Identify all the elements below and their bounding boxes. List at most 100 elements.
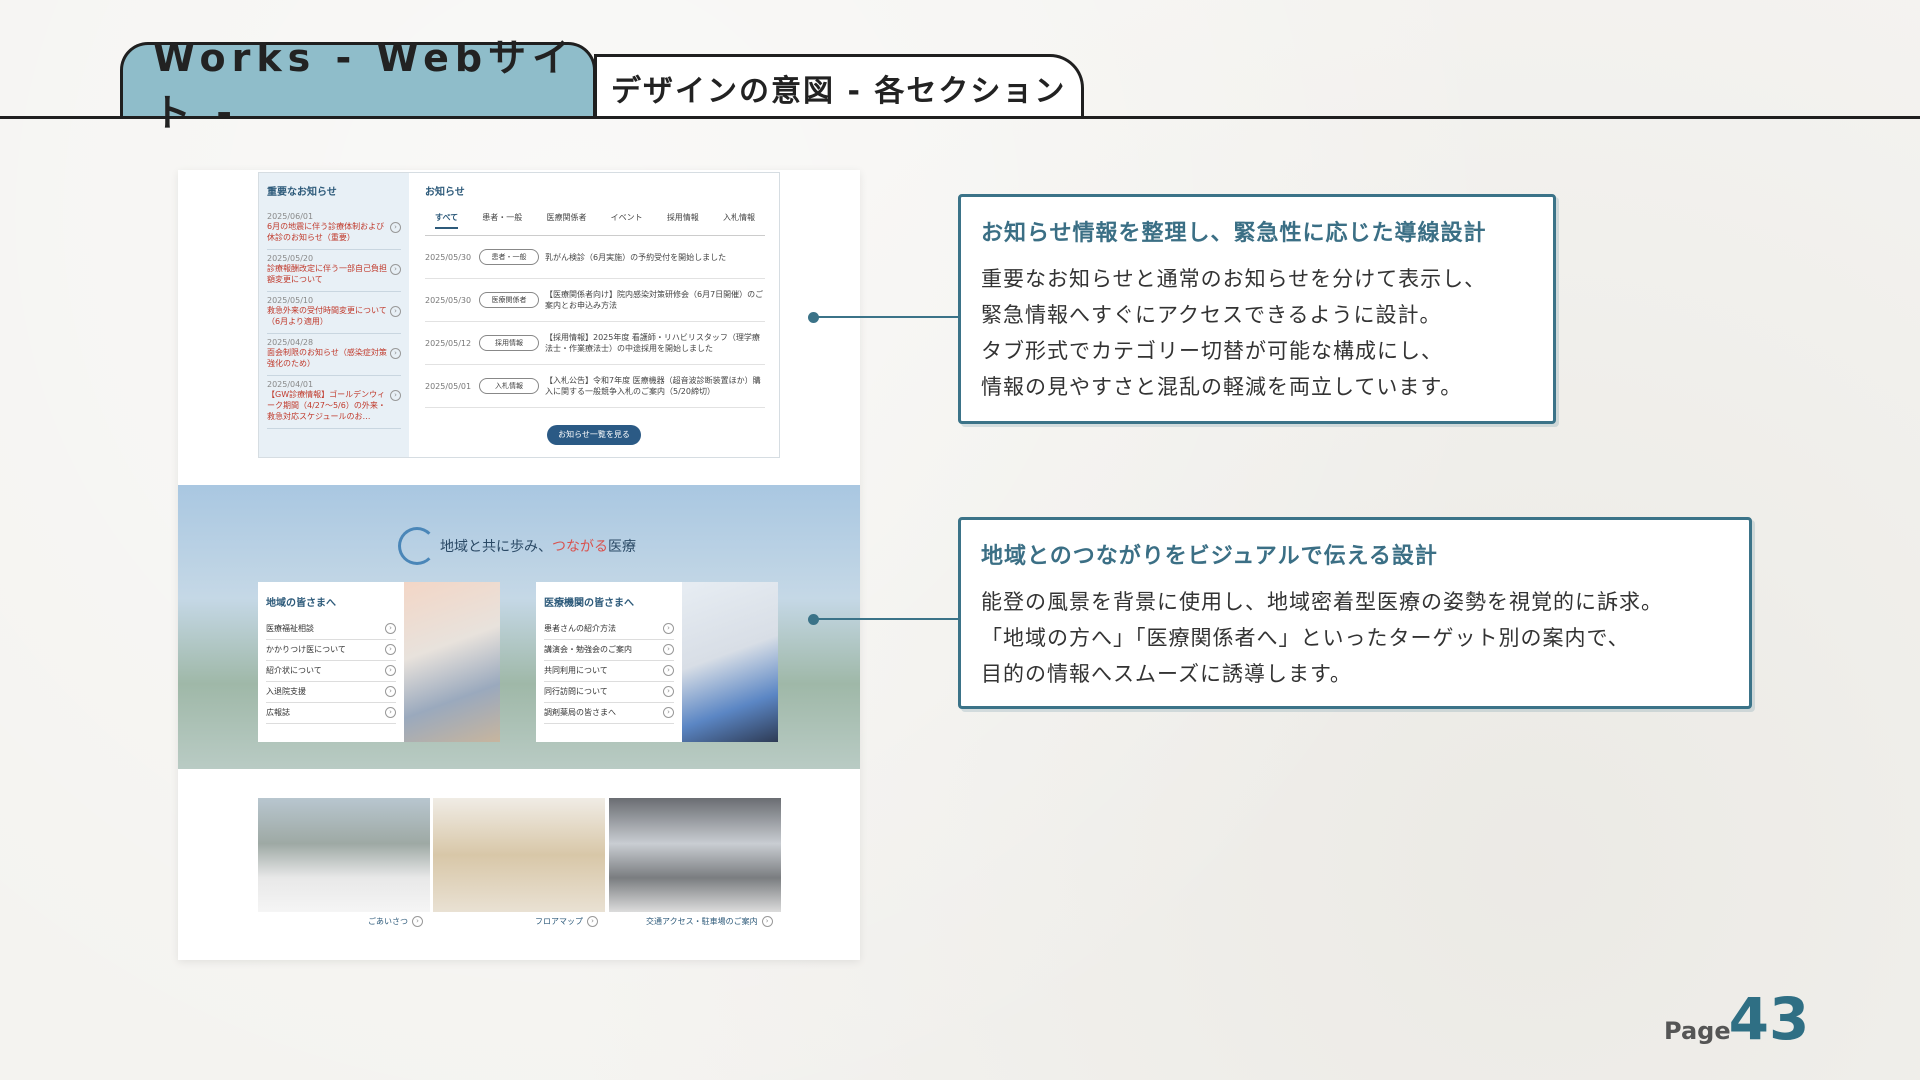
greeting-photo[interactable] [258, 798, 430, 912]
item-date: 2025/05/10 [267, 296, 314, 305]
link-label: 共同利用について [544, 666, 608, 675]
item-date: 2025/04/28 [267, 338, 314, 347]
news-row[interactable]: 2025/05/30 医療関係者 【医療関係者向け】院内感染対策研修会（6月7日開催… [425, 279, 765, 322]
community-link[interactable]: 入退院支援 › [266, 682, 396, 703]
link-label: 調剤薬局の皆さまへ [544, 708, 616, 717]
arrow-circle-icon: › [390, 348, 401, 359]
news-main: お知らせ すべて 患者・一般 医療関係者 イベント 採用情報 入札情報 2025… [411, 173, 779, 457]
staff-photo [682, 582, 778, 742]
arrow-circle-icon: › [385, 623, 396, 634]
row-tag: 患者・一般 [479, 249, 539, 265]
arrow-circle-icon: › [663, 707, 674, 718]
news-row[interactable]: 2025/05/01 入札情報 【入札公告】令和7年度 医療機器（超音波診断装置ほか… [425, 365, 765, 408]
important-notices: 重要なお知らせ 2025/06/01 6月の地震に伴う診療体制および休診のお知らせ… [259, 173, 409, 457]
news-title: お知らせ [425, 187, 465, 198]
callout-line: タブ形式でカテゴリー切替が可能な構成にし、 [981, 339, 1443, 363]
floor-map-link[interactable]: フロアマップ › [535, 916, 598, 927]
important-item[interactable]: 2025/04/28 面会制限のお知らせ（感染症対策強化のため） › [267, 334, 401, 376]
link-label: フロアマップ [535, 917, 583, 926]
news-panel: 重要なお知らせ 2025/06/01 6月の地震に伴う診療体制および休診のお知らせ… [258, 172, 780, 458]
floor-map-photo[interactable] [433, 798, 605, 912]
arrow-circle-icon: › [663, 623, 674, 634]
arrow-circle-icon: › [761, 916, 773, 927]
important-item[interactable]: 2025/06/01 6月の地震に伴う診療体制および休診のお知らせ（重要） › [267, 208, 401, 250]
link-label: ごあいさつ [368, 917, 408, 926]
section-tab-works-label: Works - Webサイト - [153, 35, 577, 135]
callout-visual-design: 地域とのつながりをビジュアルで伝える設計 能登の風景を背景に使用し、地域密着型医… [958, 517, 1752, 709]
tab-medical[interactable]: 医療関係者 [546, 212, 586, 229]
page-label: Page [1664, 1017, 1731, 1045]
arrow-circle-icon: › [385, 665, 396, 676]
callout-line: 目的の情報へスムーズに誘導します。 [981, 662, 1352, 686]
elderly-people-photo [404, 582, 500, 742]
tab-recruit[interactable]: 採用情報 [667, 212, 699, 229]
item-text: 救急外来の受付時間変更について（6月より適用） [267, 306, 387, 326]
row-text: 【医療関係者向け】院内感染対策研修会（6月7日開催）のご案内とお申込み方法 [545, 290, 764, 310]
item-text: 6月の地震に伴う診療体制および休診のお知らせ（重要） [267, 222, 385, 242]
page-number: Page 43 [1664, 990, 1809, 1048]
arrow-circle-icon: › [663, 644, 674, 655]
link-label: かかりつけ医について [266, 645, 346, 654]
community-link[interactable]: 医療福祉相談 › [266, 619, 396, 640]
callout-line: 能登の風景を背景に使用し、地域密着型医療の姿勢を視覚的に訴求。 [981, 590, 1663, 614]
connector-line [814, 618, 960, 620]
row-text: 【入札公告】令和7年度 医療機器（超音波診断装置ほか）購入に関する一般競争入札の… [545, 376, 761, 396]
medical-link[interactable]: 講演会・勉強会のご案内 › [544, 640, 674, 661]
important-item[interactable]: 2025/05/20 診療報酬改定に伴う一部自己負担額変更について › [267, 250, 401, 292]
callout-line: 「地域の方へ」「医療関係者へ」といったターゲット別の案内で、 [981, 626, 1630, 650]
row-text: 【採用情報】2025年度 看護師・リハビリスタッフ（理学療法士・作業療法士）の中… [545, 333, 760, 353]
news-row[interactable]: 2025/05/12 採用情報 【採用情報】2025年度 看護師・リハビリスタッフ（… [425, 322, 765, 365]
tab-all[interactable]: すべて [435, 212, 459, 229]
hero-title: 地域と共に歩み、 つながる 医療 [398, 527, 636, 565]
row-tag: 医療関係者 [479, 292, 539, 308]
hero-title-pre: 地域と共に歩み、 [440, 539, 552, 555]
item-text: 診療報酬改定に伴う一部自己負担額変更について [267, 264, 387, 284]
arrow-circle-icon: › [390, 390, 401, 401]
community-card-title: 地域の皆さまへ [266, 598, 336, 609]
greeting-link[interactable]: ごあいさつ › [368, 916, 423, 927]
link-label: 同行訪問について [544, 687, 608, 696]
tab-bids[interactable]: 入札情報 [723, 212, 755, 229]
community-link[interactable]: かかりつけ医について › [266, 640, 396, 661]
header-divider [0, 116, 1920, 119]
news-row[interactable]: 2025/05/30 患者・一般 乳がん検診（6月実施）の予約受付を開始しました [425, 236, 765, 279]
news-tabs: すべて 患者・一般 医療関係者 イベント 採用情報 入札情報 [425, 212, 765, 236]
hero-title-post: 医療 [608, 539, 636, 555]
callout-line: 緊急情報へすぐにアクセスできるように設計。 [981, 303, 1442, 327]
callout-line: 重要なお知らせと通常のお知らせを分けて表示し、 [981, 267, 1487, 291]
callout-news-design: お知らせ情報を整理し、緊急性に応じた導線設計 重要なお知らせと通常のお知らせを分… [958, 194, 1556, 424]
medical-link[interactable]: 調剤薬局の皆さまへ › [544, 703, 674, 724]
arrow-circle-icon: › [385, 686, 396, 697]
arrow-circle-icon: › [390, 306, 401, 317]
arrow-circle-icon: › [412, 916, 423, 927]
community-link[interactable]: 紹介状について › [266, 661, 396, 682]
access-link[interactable]: 交通アクセス・駐車場のご案内 › [646, 916, 773, 927]
tab-patients[interactable]: 患者・一般 [482, 212, 522, 229]
link-label: 広報誌 [266, 708, 290, 717]
callout-line: 情報の見やすさと混乱の軽減を両立しています。 [981, 375, 1463, 399]
item-date: 2025/04/01 [267, 380, 314, 389]
community-card: 地域の皆さまへ 医療福祉相談 › かかりつけ医について › 紹介状について › 入退院… [258, 582, 500, 742]
medical-link[interactable]: 共同利用について › [544, 661, 674, 682]
news-more-button[interactable]: お知らせ一覧を見る [547, 425, 641, 445]
medical-card: 医療機関の皆さまへ 患者さんの紹介方法 › 講演会・勉強会のご案内 › 共同利用につ… [536, 582, 778, 742]
row-tag: 入札情報 [479, 378, 539, 394]
row-date: 2025/05/30 [425, 295, 472, 305]
community-link[interactable]: 広報誌 › [266, 703, 396, 724]
tab-events[interactable]: イベント [611, 212, 643, 229]
arrow-circle-icon: › [390, 264, 401, 275]
link-label: 入退院支援 [266, 687, 306, 696]
link-label: 医療福祉相談 [266, 624, 314, 633]
important-item[interactable]: 2025/04/01 【GW診療情報】ゴールデンウィーク期間（4/27〜5/6）の… [267, 376, 401, 429]
arrow-circle-icon: › [587, 916, 598, 927]
important-item[interactable]: 2025/05/10 救急外来の受付時間変更について（6月より適用） › [267, 292, 401, 334]
parking-photo[interactable] [609, 798, 781, 912]
medical-link[interactable]: 同行訪問について › [544, 682, 674, 703]
website-mockup: 重要なお知らせ 2025/06/01 6月の地震に伴う診療体制および休診のお知らせ… [178, 170, 860, 960]
important-title: 重要なお知らせ [267, 187, 337, 198]
page-num: 43 [1728, 985, 1810, 1053]
section-tab-design-intent: デザインの意図 - 各セクション [594, 54, 1084, 118]
item-text: 【GW診療情報】ゴールデンウィーク期間（4/27〜5/6）の外来・救急対応スケジ… [267, 390, 386, 421]
section-tab-design-label: デザインの意図 - 各セクション [611, 73, 1067, 109]
medical-link[interactable]: 患者さんの紹介方法 › [544, 619, 674, 640]
